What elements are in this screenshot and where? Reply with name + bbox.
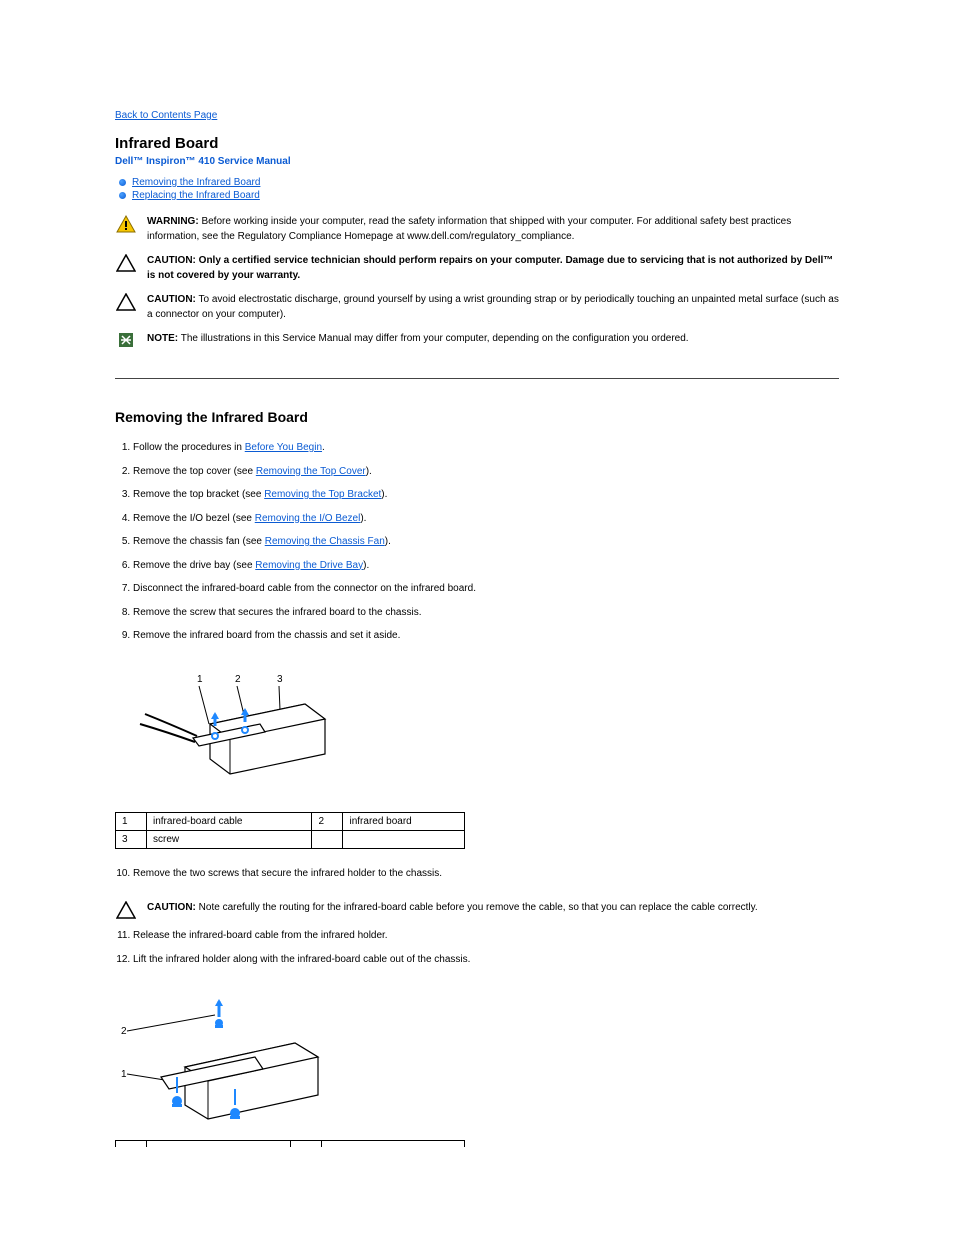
svg-text:1: 1 — [197, 674, 203, 685]
caution-icon — [115, 901, 137, 919]
figure-1: 1 2 3 — [115, 664, 839, 802]
note-label: NOTE: — [147, 333, 178, 344]
note-text: The illustrations in this Service Manual… — [181, 333, 689, 344]
caution2-label: CAUTION: — [147, 294, 196, 305]
step-9: Remove the infrared board from the chass… — [133, 629, 839, 644]
legend1-r1c0: 3 — [116, 830, 147, 848]
note-block: NOTE: The illustrations in this Service … — [115, 332, 839, 348]
step-3: Remove the top bracket (see Removing the… — [133, 488, 839, 503]
legend1-r1c2 — [312, 830, 343, 848]
step-10: Remove the two screws that secure the in… — [133, 867, 839, 882]
legend1-r0c1: infrared-board cable — [147, 812, 312, 830]
legend1-r0c2: 2 — [312, 812, 343, 830]
legend1-r1c3 — [343, 830, 465, 848]
svg-text:1: 1 — [121, 1069, 127, 1080]
link-before-you-begin[interactable]: Before You Begin — [245, 442, 322, 453]
link-top-cover[interactable]: Removing the Top Cover — [256, 466, 366, 477]
caution3-label: CAUTION: — [147, 902, 196, 913]
removing-steps: Follow the procedures in Before You Begi… — [115, 441, 839, 644]
note-icon — [115, 332, 137, 348]
toc-link-remove[interactable]: Removing the Infrared Board — [132, 177, 260, 188]
step-5: Remove the chassis fan (see Removing the… — [133, 535, 839, 550]
legend1-r0c3: infrared board — [343, 812, 465, 830]
caution-icon — [115, 293, 137, 311]
warning-block: WARNING: Before working inside your comp… — [115, 215, 839, 244]
legend1-r0c0: 1 — [116, 812, 147, 830]
legend-table-2-partial — [115, 1140, 465, 1147]
link-chassis-fan[interactable]: Removing the Chassis Fan — [265, 536, 385, 547]
manual-subtitle: Dell™ Inspiron™ 410 Service Manual — [115, 156, 839, 167]
step-4: Remove the I/O bezel (see Removing the I… — [133, 512, 839, 527]
figure-2: 2 1 — [115, 987, 839, 1130]
caution-block-3: CAUTION: Note carefully the routing for … — [115, 901, 839, 919]
svg-text:2: 2 — [235, 674, 241, 685]
warning-label: WARNING: — [147, 216, 199, 227]
removing-steps-cont2: Release the infrared-board cable from th… — [115, 929, 839, 967]
caution-block-2: CAUTION: To avoid electrostatic discharg… — [115, 293, 839, 322]
section-divider — [115, 378, 839, 379]
step-7: Disconnect the infrared-board cable from… — [133, 582, 839, 597]
step-1: Follow the procedures in Before You Begi… — [133, 441, 839, 456]
toc-link-replace[interactable]: Replacing the Infrared Board — [132, 190, 260, 201]
step-11: Release the infrared-board cable from th… — [133, 929, 839, 944]
step-2: Remove the top cover (see Removing the T… — [133, 465, 839, 480]
caution1-text: Only a certified service technician shou… — [147, 255, 833, 281]
removing-heading: Removing the Infrared Board — [115, 409, 839, 425]
caution1-label: CAUTION: — [147, 255, 196, 266]
link-drive-bay[interactable]: Removing the Drive Bay — [255, 560, 363, 571]
step-8: Remove the screw that secures the infrar… — [133, 606, 839, 621]
svg-text:2: 2 — [121, 1026, 127, 1037]
warning-text: Before working inside your computer, rea… — [147, 216, 791, 242]
legend-table-1: 1 infrared-board cable 2 infrared board … — [115, 812, 465, 849]
link-io-bezel[interactable]: Removing the I/O Bezel — [255, 513, 361, 524]
step-6: Remove the drive bay (see Removing the D… — [133, 559, 839, 574]
removing-steps-cont: Remove the two screws that secure the in… — [115, 867, 839, 882]
legend1-r1c1: screw — [147, 830, 312, 848]
caution2-text: To avoid electrostatic discharge, ground… — [147, 294, 839, 320]
caution3-text: Note carefully the routing for the infra… — [199, 902, 758, 913]
link-top-bracket[interactable]: Removing the Top Bracket — [264, 489, 381, 500]
caution-icon — [115, 254, 137, 272]
step-12: Lift the infrared holder along with the … — [133, 953, 839, 968]
caution-block-1: CAUTION: Only a certified service techni… — [115, 254, 839, 283]
svg-text:3: 3 — [277, 674, 283, 685]
toc-list: Removing the Infrared Board Replacing th… — [115, 177, 839, 201]
page-title: Infrared Board — [115, 135, 839, 152]
warning-icon — [115, 215, 137, 233]
back-to-contents-link[interactable]: Back to Contents Page — [115, 110, 217, 121]
